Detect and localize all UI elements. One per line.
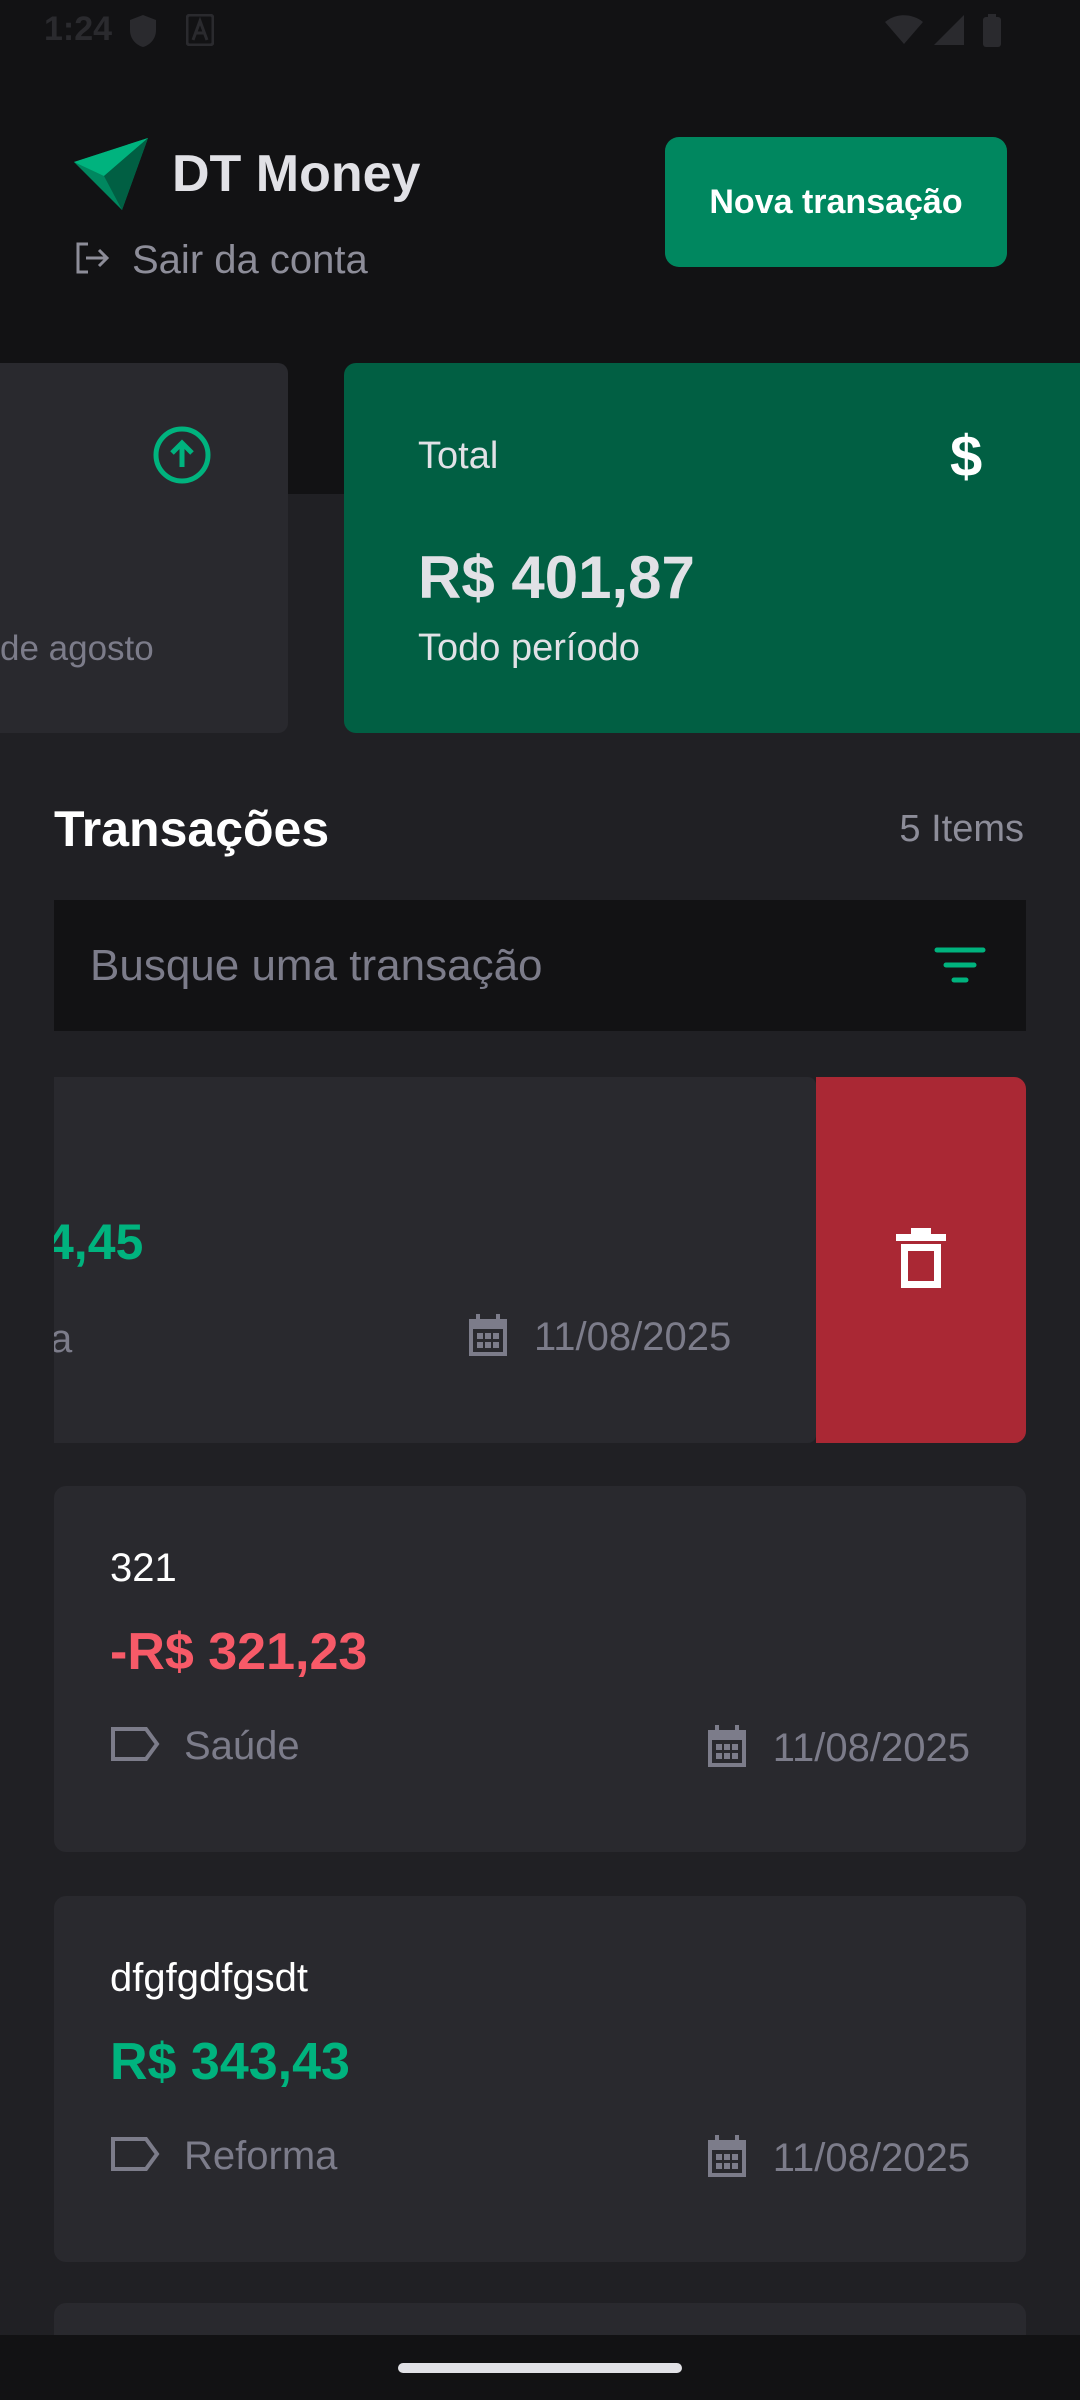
transaction-description: dfgfgdfgsdt [110, 1956, 308, 2000]
transaction-date: 11/08/2025 [466, 1313, 731, 1362]
signal-icon [932, 14, 966, 51]
transaction-date-text: 11/08/2025 [534, 1315, 732, 1359]
total-summary-card: Total $ R$ 401,87 Todo período [344, 363, 1080, 733]
shield-icon [128, 14, 158, 53]
logo-icon [74, 138, 148, 215]
transaction-category-text: Reforma [184, 2134, 338, 2178]
transaction-date-text: 11/08/2025 [772, 1726, 970, 1770]
swiped-card-body[interactable]: 4,45 a 11/08/2025 [54, 1077, 816, 1443]
transaction-category: a [54, 1317, 73, 1361]
calendar-icon [466, 1313, 510, 1362]
search-bar [54, 900, 1026, 1031]
transaction-category: Reforma [110, 2134, 337, 2179]
app-title: DT Money [172, 145, 421, 203]
income-card-period: de agosto [0, 629, 154, 668]
transaction-date-text: 11/08/2025 [772, 2136, 970, 2180]
tag-icon [110, 1726, 160, 1767]
transaction-date: 11/08/2025 [705, 2134, 970, 2183]
delete-transaction-button[interactable] [816, 1077, 1026, 1443]
calendar-icon [705, 2134, 749, 2183]
transaction-date: 11/08/2025 [705, 1724, 970, 1773]
battery-icon [982, 14, 1002, 53]
total-period: Todo período [418, 627, 640, 669]
home-indicator[interactable] [398, 2363, 682, 2373]
total-value: R$ 401,87 [418, 544, 695, 611]
tag-icon [110, 2136, 160, 2177]
trash-icon [896, 1227, 946, 1293]
filter-icon[interactable] [934, 946, 986, 989]
transaction-card-swiped[interactable]: 4,45 a 11/08/2025 [54, 1077, 1026, 1443]
search-input[interactable] [90, 900, 910, 1031]
logout-label: Sair da conta [132, 238, 368, 282]
status-bar: 1:24 [0, 0, 1080, 62]
transaction-amount: -R$ 321,23 [110, 1623, 368, 1681]
transaction-category-text: Saúde [184, 1724, 300, 1768]
logout-button[interactable]: Sair da conta [74, 238, 368, 283]
transaction-card[interactable]: 321 -R$ 321,23 Saúde 11/08/2025 [54, 1486, 1026, 1852]
a-icon [185, 13, 215, 51]
transactions-count: 5 Items [899, 808, 1024, 850]
logout-icon [74, 241, 110, 280]
transaction-description: 321 [110, 1546, 177, 1590]
income-summary-card: de agosto [0, 363, 288, 733]
calendar-icon [705, 1724, 749, 1773]
transaction-amount: 4,45 [54, 1214, 144, 1270]
transaction-card[interactable]: dfgfgdfgsdt R$ 343,43 Reforma 11/08/2025 [54, 1896, 1026, 2262]
arrow-up-circle-icon [152, 425, 212, 490]
status-time: 1:24 [44, 10, 113, 48]
dollar-icon: $ [950, 424, 983, 489]
transaction-amount: R$ 343,43 [110, 2033, 350, 2091]
total-label: Total [418, 435, 499, 477]
transaction-category: Saúde [110, 1724, 300, 1769]
transactions-title: Transações [54, 801, 330, 857]
new-transaction-button[interactable]: Nova transação [665, 137, 1007, 267]
wifi-icon [884, 14, 924, 51]
